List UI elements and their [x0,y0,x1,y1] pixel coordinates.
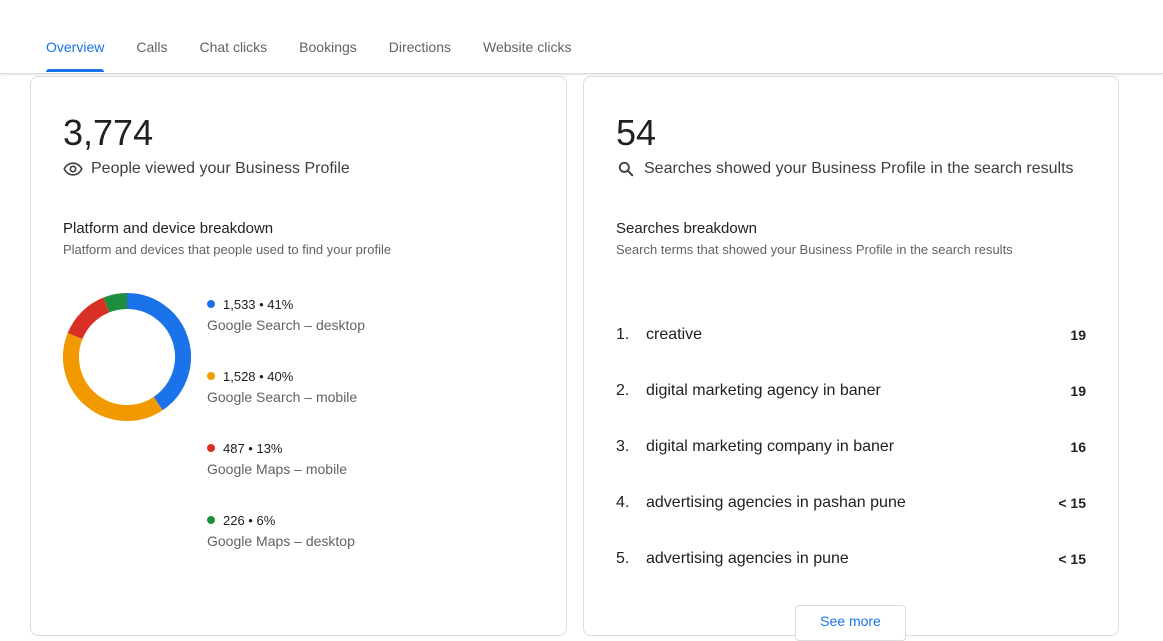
tab-label: Bookings [299,39,357,55]
search-term: creative [646,326,703,343]
breakdown-subtitle: Platform and devices that people used to… [63,242,392,257]
legend-dot [207,444,215,452]
search-count: < 15 [1058,551,1086,567]
views-count: 3,774 [63,112,154,153]
searches-caption-line: Searches showed your Business Profile in… [616,159,1074,179]
legend-label: Google Maps – desktop [207,533,355,549]
legend-summary: 1,533 • 41% [223,296,294,312]
tab-website-clicks[interactable]: Website clicks [467,31,587,72]
rank: 3. [616,438,630,455]
legend-dot [207,372,215,380]
legend-label: Google Search – mobile [207,389,358,405]
eye-icon [63,159,83,179]
tab-label: Calls [136,39,168,55]
donut-slice [126,293,191,411]
search-count: < 15 [1058,495,1086,511]
donut-legend: 1,533 • 41% Google Search – desktop 1,52… [207,295,365,583]
search-term-row: 3. digital marketing company in baner 16 [616,419,1086,475]
search-count: 19 [1070,327,1086,343]
tab-label: Website clicks [483,39,572,55]
rank: 1. [616,326,630,343]
rank: 5. [616,550,630,567]
search-term-row: 2. digital marketing agency in baner 19 [616,363,1086,419]
tab-bookings[interactable]: Bookings [283,31,373,72]
legend-dot [207,516,215,524]
rank: 2. [616,382,630,399]
profile-views-card: 3,774 People viewed your Business Profil… [30,76,567,636]
tab-calls[interactable]: Calls [120,31,183,72]
legend-label: Google Maps – mobile [207,461,348,477]
legend-label: Google Search – desktop [207,317,365,333]
searches-breakdown-title: Searches breakdown [616,220,757,237]
tab-label: Directions [388,39,452,55]
searches-count: 54 [616,112,657,153]
search-icon [616,159,636,179]
search-term-row: 5. advertising agencies in pune < 15 [616,531,1086,587]
legend-item: 226 • 6% Google Maps – desktop [207,511,365,583]
tab-label: Overview [46,39,105,55]
donut-slice [103,293,128,313]
donut-slice [63,333,163,421]
donut-slice [67,297,110,340]
active-tab-indicator [46,69,105,72]
breakdown-title: Platform and device breakdown [63,220,274,237]
legend-summary: 226 • 6% [223,512,276,528]
rank: 4. [616,494,630,511]
search-term-row: 1. creative 19 [616,307,1086,363]
legend-item: 1,533 • 41% Google Search – desktop [207,295,365,367]
search-term: advertising agencies in pashan pune [646,494,906,511]
searches-caption: Searches showed your Business Profile in… [644,160,1074,177]
search-count: 16 [1070,439,1086,455]
search-term: digital marketing agency in baner [646,382,881,399]
tab-label: Chat clicks [199,39,268,55]
platform-donut-chart [63,293,191,421]
views-caption-line: People viewed your Business Profile [63,159,350,179]
legend-summary: 1,528 • 40% [223,368,294,384]
search-term: advertising agencies in pune [646,550,849,567]
tab-chat-clicks[interactable]: Chat clicks [183,31,283,72]
search-count: 19 [1070,383,1086,399]
legend-item: 1,528 • 40% Google Search – mobile [207,367,365,439]
tab-overview[interactable]: Overview [30,31,120,72]
see-more-button[interactable]: See more [795,605,906,641]
legend-dot [207,300,215,308]
search-terms-list: 1. creative 19 2. digital marketing agen… [616,307,1086,587]
searches-card: 54 Searches showed your Business Profile… [583,76,1119,641]
searches-breakdown-subtitle: Search terms that showed your Business P… [616,242,1013,257]
tab-directions[interactable]: Directions [373,31,467,72]
search-term: digital marketing company in baner [646,438,895,455]
tab-bar: Overview Calls Chat clicks Bookings Dire… [0,0,1163,74]
search-term-row: 4. advertising agencies in pashan pune <… [616,475,1086,531]
legend-summary: 487 • 13% [223,440,283,456]
views-caption: People viewed your Business Profile [91,160,350,177]
legend-item: 487 • 13% Google Maps – mobile [207,439,365,511]
